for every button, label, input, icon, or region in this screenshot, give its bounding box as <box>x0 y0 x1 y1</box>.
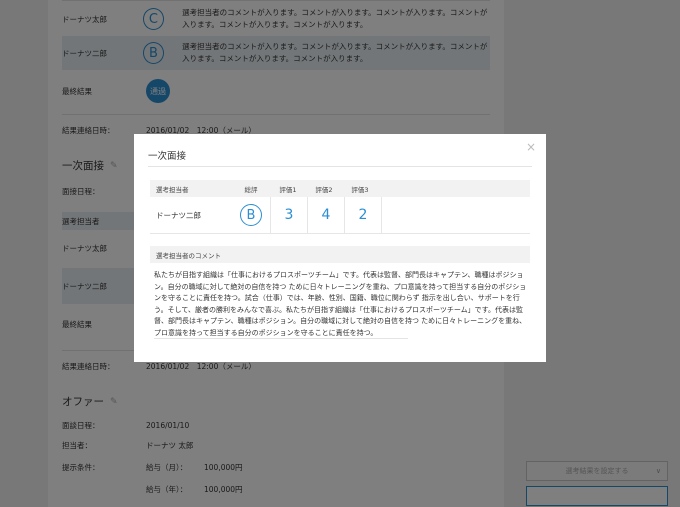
divider <box>148 166 532 167</box>
score-3: 2 <box>345 197 382 233</box>
table-row: ドーナツ二郎 B 3 4 2 <box>150 197 530 234</box>
grade-badge: B <box>240 204 262 226</box>
comment-body: 私たちが目指す組織は「仕事におけるプロスポーツチーム」です。代表は監督、部門長は… <box>154 271 527 337</box>
header-score-1: 評価1 <box>279 185 297 194</box>
header-overall: 総評 <box>244 185 258 194</box>
score-2: 4 <box>308 197 345 233</box>
interview-detail-modal: 一次面接 × 選考担当者 総評 評価1 評価2 評価3 ドーナツ二郎 B 3 4… <box>134 134 546 362</box>
evaluator-name: ドーナツ二郎 <box>156 210 201 220</box>
header-score-2: 評価2 <box>315 185 333 194</box>
modal-title: 一次面接 <box>148 151 187 162</box>
evaluation-table: 選考担当者 総評 評価1 評価2 評価3 ドーナツ二郎 B 3 4 2 <box>150 180 530 234</box>
close-icon[interactable]: × <box>526 140 536 154</box>
divider <box>154 338 408 339</box>
evaluation-table-header: 選考担当者 総評 評価1 評価2 評価3 <box>150 180 530 197</box>
header-score-3: 評価3 <box>351 185 369 194</box>
comment-header: 選考担当者のコメント <box>150 246 530 263</box>
overall-cell: B <box>232 197 271 233</box>
score-1: 3 <box>271 197 308 233</box>
header-evaluator: 選考担当者 <box>156 185 189 194</box>
